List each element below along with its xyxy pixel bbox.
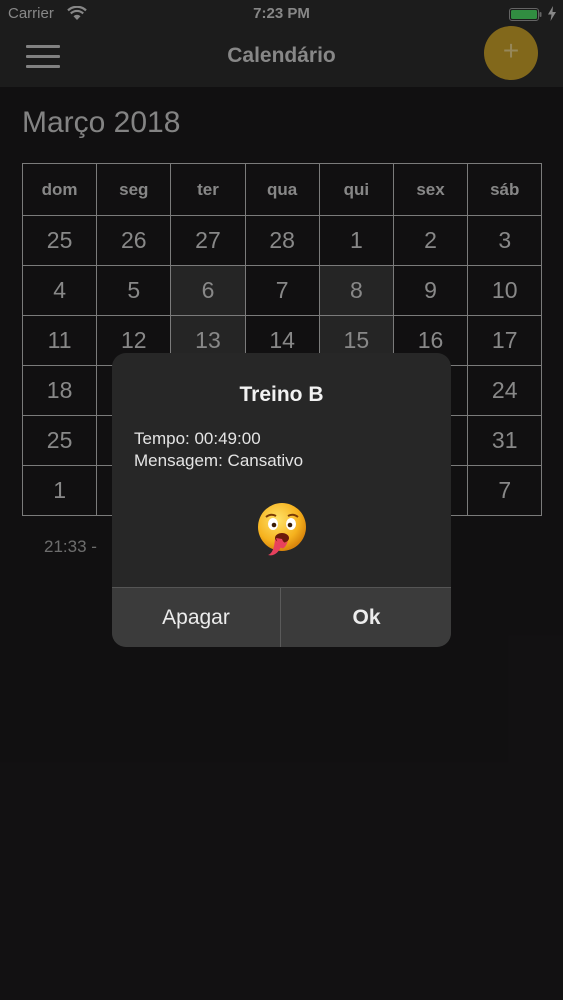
alert-message-text: Mensagem: Cansativo — [134, 451, 304, 470]
workout-alert-dialog: Treino B Tempo: 00:49:00 Mensagem: Cansa… — [112, 353, 451, 647]
exhausted-face-icon — [258, 503, 306, 556]
ok-button[interactable]: Ok — [282, 588, 451, 647]
alert-button-bar: Apagar Ok — [112, 587, 451, 647]
alert-duration-text: Tempo: 00:49:00 — [134, 429, 261, 448]
alert-title: Treino B — [239, 383, 324, 406]
delete-button[interactable]: Apagar — [112, 588, 281, 647]
